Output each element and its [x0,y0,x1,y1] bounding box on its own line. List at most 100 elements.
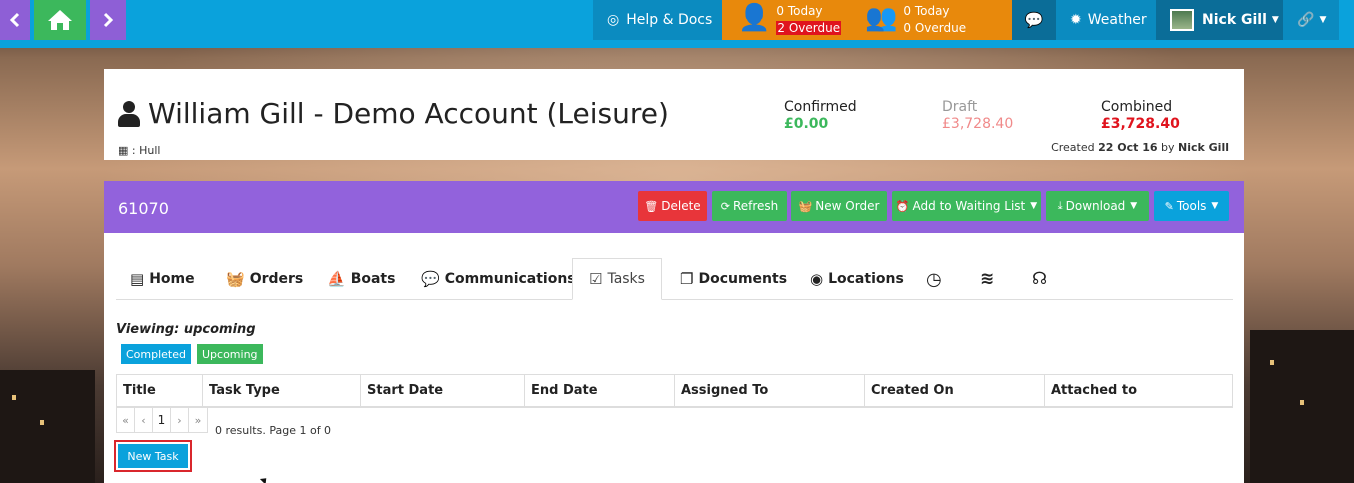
clipboard-check-icon: ☑ [589,270,603,288]
tab-orders[interactable]: 🧺 Orders [226,258,303,300]
home-icon [48,10,72,30]
alarm-clock-icon: ⏰ [895,199,910,213]
users-icon: 👥 [865,3,898,33]
comments-icon: 💬 [421,270,440,288]
chevron-down-icon: ▼ [1211,201,1219,211]
tab-history[interactable]: ◷ [926,258,947,300]
chevron-right-icon [103,12,114,28]
background-window-light [1270,360,1274,365]
chevron-left-icon [9,12,20,28]
pager-next-button[interactable]: › [171,408,189,432]
column-header-attached-to[interactable]: Attached to [1044,374,1233,408]
links-menu[interactable]: 🔗 ▼ [1283,0,1339,40]
help-docs-button[interactable]: ◎ Help & Docs [593,0,722,40]
building-icon: ▦ [118,144,129,157]
account-id: 61070 [118,199,169,218]
tasks-table: Title Task Type Start Date End Date Assi… [116,374,1233,408]
tab-locations[interactable]: ◉ Locations [810,258,904,300]
new-task-button[interactable]: New Task [118,444,188,468]
background-building [1250,330,1354,483]
weather-button[interactable]: ✹ Weather [1056,0,1156,40]
clock-icon: ◷ [926,268,942,290]
draft-label: Draft [942,99,978,115]
refresh-icon: ⟳ [720,199,730,213]
pager-prev-button[interactable]: ‹ [135,408,153,432]
pager-last-button[interactable]: » [189,408,207,432]
column-header-task-type[interactable]: Task Type [202,374,361,408]
column-header-start-date[interactable]: Start Date [360,374,525,408]
background-window-light [12,395,16,400]
confirmed-label: Confirmed [784,99,857,115]
background-window-light [40,420,44,425]
table-header-row: Title Task Type Start Date End Date Assi… [116,374,1233,408]
wand-icon: ✎ [1164,199,1174,213]
pager-first-button[interactable]: « [117,408,135,432]
tab-brain[interactable]: ☊ [1032,258,1052,300]
tab-layers[interactable]: ≋ [980,258,999,300]
account-title: William Gill - Demo Account (Leisure) [148,97,669,130]
download-icon: ⤓ [1057,199,1063,212]
tab-boats-label: Boats [350,271,396,287]
tab-locations-label: Locations [828,271,904,287]
chat-icon: 💬 [1024,11,1044,29]
tab-documents[interactable]: ❐ Documents [680,258,787,300]
top-navbar: ◎ Help & Docs 👤 0 Today 2 Overdue 👥 0 To… [0,0,1354,48]
created-by-word: by [1161,141,1175,154]
team-tasks-today: 0 Today [903,4,950,18]
column-header-title[interactable]: Title [116,374,203,408]
panel-body: ▤ Home 🧺 Orders ⛵ Boats 💬 Communications… [104,233,1244,483]
page-title: William Gill - Demo Account (Leisure) [118,97,669,130]
chat-button[interactable]: 💬 [1012,0,1056,40]
tab-documents-label: Documents [698,271,788,287]
add-to-waiting-list-button[interactable]: ⏰ Add to Waiting List ▼ [892,191,1041,221]
sailboat-icon: ⛵ [327,270,346,288]
link-icon: 🔗 [1297,12,1315,28]
pagination: « ‹ 1 › » [116,407,208,433]
task-counters: 👤 0 Today 2 Overdue 👥 0 Today 0 Overdue [722,0,1012,40]
refresh-button[interactable]: ⟳ Refresh [712,191,787,221]
created-prefix: Created [1051,141,1095,154]
combined-label: Combined [1101,99,1173,115]
nav-back-button[interactable] [0,0,30,40]
trash-icon: 🗑 [644,199,659,213]
user-menu[interactable]: Nick Gill ▼ [1156,0,1283,40]
team-tasks-counter[interactable]: 👥 0 Today 0 Overdue [865,3,966,37]
filter-completed-button[interactable]: Completed [121,344,191,364]
weather-label: Weather [1087,12,1147,28]
my-tasks-today: 0 Today [776,4,823,18]
nav-forward-button[interactable] [90,0,126,40]
tools-button[interactable]: ✎ Tools ▼ [1154,191,1229,221]
column-header-assigned-to[interactable]: Assigned To [674,374,865,408]
refresh-label: Refresh [732,199,779,213]
my-tasks-overdue: 2 Overdue [776,21,842,35]
column-header-created-on[interactable]: Created On [864,374,1045,408]
column-header-end-date[interactable]: End Date [524,374,675,408]
my-tasks-counter[interactable]: 👤 0 Today 2 Overdue [738,3,842,37]
account-location-text: : Hull [131,144,161,157]
results-summary: 0 results. Page 1 of 0 [215,424,332,437]
confirmed-total: Confirmed £0.00 [784,99,857,133]
tools-label: Tools [1176,199,1207,213]
tab-tasks[interactable]: ☑ Tasks [572,258,662,300]
tab-communications[interactable]: 💬 Communications [421,258,576,300]
user-icon: 👤 [738,3,771,33]
team-tasks-overdue: 0 Overdue [903,21,967,35]
filter-upcoming-button[interactable]: Upcoming [197,344,263,364]
pager-page-number[interactable]: 1 [153,408,171,432]
download-button[interactable]: ⤓ Download ▼ [1046,191,1149,221]
tab-boats[interactable]: ⛵ Boats [327,258,395,300]
new-order-label: New Order [815,199,880,213]
created-info: Created 22 Oct 16 by Nick Gill [1051,141,1229,154]
documents-icon: ❐ [680,270,694,288]
chevron-down-icon: ▼ [1030,201,1038,211]
globe-icon: ◎ [607,12,620,28]
help-docs-label: Help & Docs [626,12,713,28]
nav-home-button[interactable] [34,0,86,40]
delete-label: Delete [661,199,701,213]
background-building [0,370,95,483]
tab-home[interactable]: ▤ Home [130,258,195,300]
chevron-down-icon: ▼ [1130,201,1138,211]
new-order-button[interactable]: 🧺 New Order [791,191,887,221]
tab-orders-label: Orders [249,271,304,287]
delete-button[interactable]: 🗑 Delete [638,191,707,221]
